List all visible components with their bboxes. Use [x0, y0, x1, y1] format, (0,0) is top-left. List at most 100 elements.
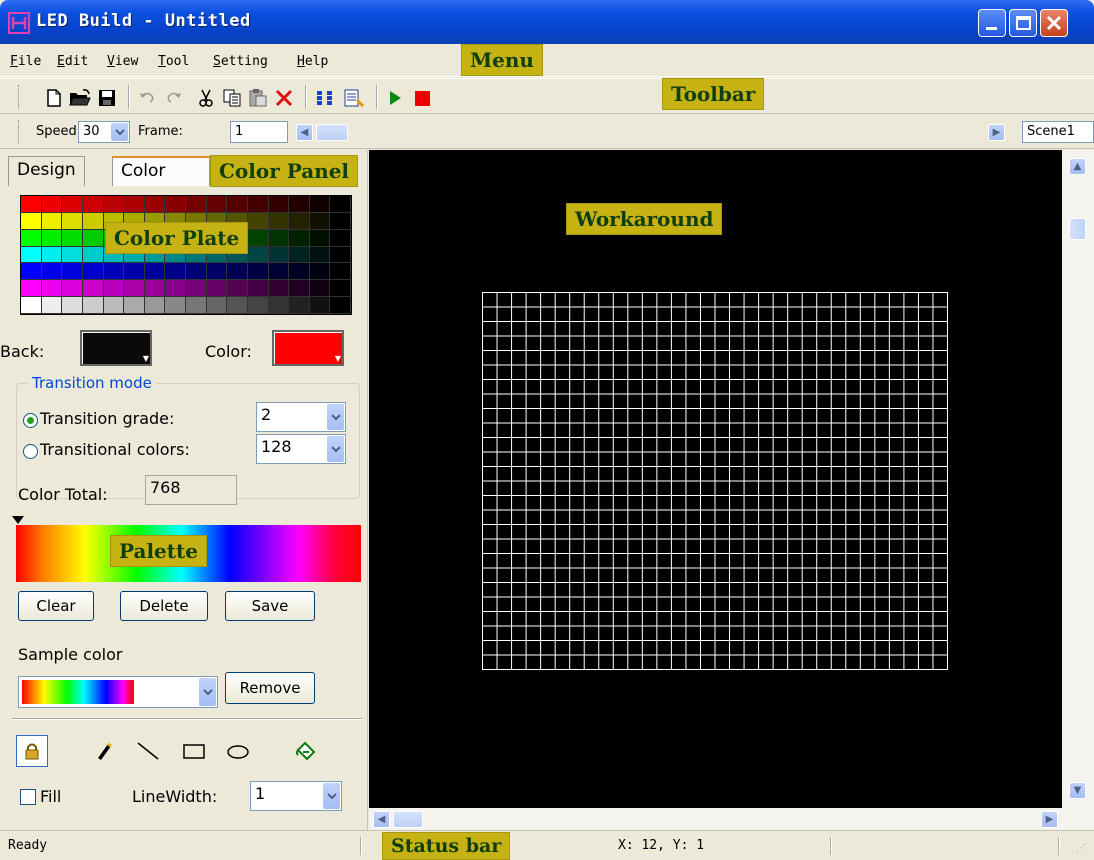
delete-button[interactable] — [272, 86, 296, 110]
color-swatch[interactable] — [247, 280, 269, 298]
color-swatch[interactable] — [103, 196, 125, 213]
color-swatch[interactable] — [21, 280, 42, 298]
color-swatch[interactable] — [289, 212, 310, 230]
menu-edit[interactable]: Edit — [57, 54, 88, 69]
color-swatch[interactable] — [82, 246, 104, 264]
scroll-up-button[interactable]: ▲ — [1069, 158, 1086, 175]
transition-grade-select[interactable]: 2 — [256, 402, 346, 432]
color-swatch[interactable] — [144, 297, 166, 314]
led-grid[interactable] — [482, 292, 948, 670]
color-swatch[interactable] — [309, 280, 331, 298]
scroll-left-button[interactable]: ◀ — [373, 811, 390, 828]
color-swatch[interactable] — [124, 280, 145, 298]
maximize-button[interactable] — [1009, 9, 1037, 37]
minimize-button[interactable] — [978, 9, 1006, 37]
color-swatch[interactable] — [62, 212, 83, 230]
color-swatch[interactable] — [309, 196, 331, 213]
menu-view[interactable]: View — [107, 54, 138, 69]
color-swatch[interactable] — [206, 280, 228, 298]
copy-button[interactable] — [220, 86, 244, 110]
speed-select[interactable]: 30 — [78, 121, 130, 143]
color-swatch[interactable] — [289, 297, 310, 314]
close-button[interactable] — [1040, 9, 1068, 37]
color-swatch[interactable] — [186, 263, 207, 281]
color-swatch[interactable] — [41, 280, 63, 298]
color-swatch[interactable] — [247, 212, 269, 230]
open-button[interactable] — [68, 86, 92, 110]
color-swatch[interactable] — [227, 196, 248, 213]
menu-file[interactable]: File — [10, 54, 41, 69]
color-swatch[interactable] — [62, 246, 83, 264]
transition-grade-radio[interactable] — [23, 413, 38, 428]
color-swatch[interactable] — [62, 196, 83, 213]
color-swatch[interactable] — [330, 280, 351, 298]
redo-button[interactable] — [162, 86, 186, 110]
color-swatch[interactable] — [124, 297, 145, 314]
palette-marker-icon[interactable] — [12, 516, 24, 524]
color-swatch[interactable] — [268, 196, 290, 213]
color-swatch[interactable] — [268, 212, 290, 230]
pencil-tool[interactable] — [88, 735, 120, 767]
grid-button[interactable] — [313, 86, 337, 110]
color-swatch[interactable] — [330, 212, 351, 230]
color-swatch[interactable] — [144, 263, 166, 281]
color-swatch[interactable] — [247, 229, 269, 247]
frame-scroll-thumb[interactable] — [316, 124, 348, 141]
color-swatch[interactable] — [165, 297, 186, 314]
color-swatch[interactable] — [82, 212, 104, 230]
line-tool[interactable] — [132, 735, 164, 767]
color-swatch[interactable] — [82, 229, 104, 247]
color-swatch[interactable] — [330, 297, 351, 314]
paste-button[interactable] — [246, 86, 270, 110]
color-swatch[interactable] — [268, 229, 290, 247]
tab-color[interactable]: Color — [112, 156, 210, 186]
color-swatch[interactable] — [41, 196, 63, 213]
color-swatch[interactable] — [62, 229, 83, 247]
ellipse-tool[interactable] — [222, 735, 254, 767]
color-swatch[interactable] — [186, 297, 207, 314]
color-swatch[interactable] — [41, 212, 63, 230]
color-swatch[interactable] — [144, 196, 166, 213]
color-swatch[interactable] — [289, 196, 310, 213]
rectangle-tool[interactable] — [178, 735, 210, 767]
color-swatch[interactable] — [41, 246, 63, 264]
horizontal-scroll-thumb[interactable] — [393, 811, 423, 828]
color-swatch[interactable] — [309, 246, 331, 264]
frame-prev-button[interactable]: ◀ — [296, 124, 313, 141]
color-swatch[interactable] — [289, 263, 310, 281]
color-swatch[interactable] — [309, 297, 331, 314]
color-swatch[interactable] — [21, 212, 42, 230]
scene-name-input[interactable]: Scene1 — [1022, 121, 1094, 143]
color-swatch[interactable] — [165, 280, 186, 298]
color-swatch[interactable] — [82, 280, 104, 298]
color-swatch[interactable] — [124, 263, 145, 281]
linewidth-select[interactable]: 1 — [250, 781, 342, 811]
color-swatch[interactable] — [227, 280, 248, 298]
color-swatch[interactable] — [330, 246, 351, 264]
color-swatch[interactable] — [330, 263, 351, 281]
scene-next-button[interactable]: ▶ — [988, 124, 1005, 141]
workarea-canvas[interactable] — [369, 150, 1062, 808]
color-swatch[interactable] — [144, 280, 166, 298]
save-button[interactable] — [95, 86, 119, 110]
scroll-down-button[interactable]: ▼ — [1069, 782, 1086, 799]
fill-bucket-tool[interactable] — [290, 735, 322, 767]
color-swatch[interactable] — [41, 229, 63, 247]
color-swatch[interactable] — [289, 229, 310, 247]
color-swatch[interactable] — [62, 263, 83, 281]
color-swatch[interactable] — [82, 297, 104, 314]
color-swatch[interactable] — [289, 246, 310, 264]
color-swatch[interactable] — [62, 280, 83, 298]
fore-color-picker[interactable]: ▼ — [272, 330, 344, 366]
color-swatch[interactable] — [268, 263, 290, 281]
fill-checkbox[interactable] — [20, 789, 36, 805]
color-swatch[interactable] — [268, 280, 290, 298]
color-swatch[interactable] — [165, 196, 186, 213]
vertical-scroll-thumb[interactable] — [1069, 218, 1086, 240]
color-swatch[interactable] — [82, 196, 104, 213]
color-swatch[interactable] — [227, 263, 248, 281]
menu-setting[interactable]: Setting — [213, 54, 268, 69]
lock-tool[interactable] — [16, 735, 48, 767]
tab-design[interactable]: Design — [8, 156, 85, 186]
color-swatch[interactable] — [330, 229, 351, 247]
